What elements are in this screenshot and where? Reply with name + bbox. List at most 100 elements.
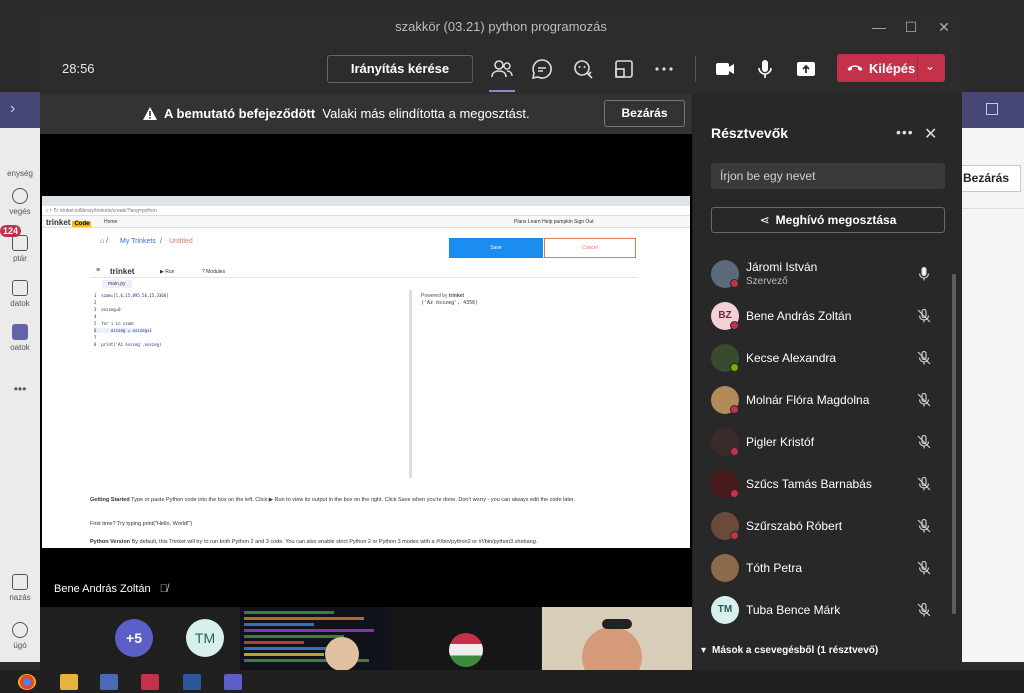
mic-off-icon[interactable] xyxy=(916,560,932,576)
participant-name: Járomi István xyxy=(746,260,818,274)
mic-off-icon[interactable] xyxy=(916,392,932,408)
participants-panel: Résztvevők ••• ✕ Írjon be egy nevet ⋖ Meg… xyxy=(693,94,962,670)
presence-status-icon xyxy=(730,321,739,330)
folder-icon[interactable] xyxy=(60,674,78,690)
word-icon[interactable] xyxy=(183,674,201,690)
mic-off-icon: 🎙̸ xyxy=(159,583,168,595)
participant-name: Molnár Flóra Magdolna xyxy=(746,393,870,407)
trinket-code-editor: 1 szam=[1,6,15,895,56,15,3366] 2 3 ossze… xyxy=(90,290,412,478)
mic-off-icon[interactable] xyxy=(916,602,932,618)
participant-row[interactable]: Szűrszabó Róbert xyxy=(711,506,951,546)
getting-started-text: Getting Started Type or paste Python cod… xyxy=(90,497,575,503)
browser-tabs xyxy=(42,196,690,206)
banner-close-button[interactable]: Bezárás xyxy=(604,100,685,127)
home-icon: ⌂ / xyxy=(100,238,109,245)
trinket-editor-toolbar: ≡ trinket ▶ Run ? Modules xyxy=(90,266,638,278)
windows-taskbar xyxy=(0,670,1024,693)
presence-status-icon xyxy=(730,363,739,372)
chevron-down-icon[interactable]: ⌄ xyxy=(925,59,935,73)
presence-status-icon xyxy=(730,531,739,540)
request-control-button[interactable]: Irányítás kérése xyxy=(327,55,473,83)
menu-icon: ≡ xyxy=(96,267,101,274)
presence-status-icon xyxy=(730,447,739,456)
background-nav-teams[interactable]: oatok xyxy=(0,324,40,384)
browser-address-bar: ‹ › ↻ trinket.io/library/trinkets/create… xyxy=(42,206,690,216)
participant-avatar: TM xyxy=(711,596,739,624)
participant-row[interactable]: Szűcs Tamás Barnabás xyxy=(711,464,951,504)
mic-icon[interactable] xyxy=(916,266,932,282)
maximize-icon[interactable]: ☐ xyxy=(901,17,921,37)
chat-icon[interactable] xyxy=(530,57,554,81)
more-icon: ••• xyxy=(13,382,27,396)
others-in-chat-section[interactable]: ▾ Mások a csevegésből (1 résztvevő) xyxy=(701,645,878,656)
more-icon[interactable] xyxy=(652,57,676,81)
share-invite-button[interactable]: ⋖ Meghívó megosztása xyxy=(711,207,945,233)
files-icon xyxy=(12,280,28,296)
teams-icon xyxy=(12,324,28,340)
people-icon[interactable] xyxy=(490,57,514,81)
leave-label: Kilépés xyxy=(869,61,916,76)
title-bar: szakkör (03.21) python programozás — ☐ ✕ xyxy=(40,10,962,44)
teams-icon[interactable] xyxy=(224,674,242,690)
chevron-down-icon: ▾ xyxy=(701,645,707,656)
more-participants-button[interactable]: +5 xyxy=(115,619,153,657)
participant-name: Szűrszabó Róbert xyxy=(746,519,843,533)
trinket-output-text: ('Az összeg', 4356) xyxy=(421,300,479,306)
participant-row[interactable]: Molnár Flóra Magdolna xyxy=(711,380,951,420)
mic-icon[interactable] xyxy=(753,57,777,81)
participant-search-input[interactable]: Írjon be egy nevet xyxy=(711,163,945,189)
minimize-icon[interactable]: — xyxy=(869,17,889,37)
trinket-home-link: Home xyxy=(104,219,118,225)
browser-url: trinket.io/library/trinkets/create?lang=… xyxy=(60,208,157,214)
leave-button[interactable]: Kilépés ⌄ xyxy=(837,54,945,82)
participant-name: Tóth Petra xyxy=(746,561,803,575)
close-icon[interactable]: ✕ xyxy=(934,17,954,37)
window-title: szakkör (03.21) python programozás xyxy=(395,19,607,34)
participants-scrollbar[interactable] xyxy=(952,274,956,614)
square-icon xyxy=(986,103,998,115)
close-icon[interactable]: ✕ xyxy=(924,124,937,144)
participant-video-crest[interactable] xyxy=(391,607,541,670)
person-avatar xyxy=(325,637,359,670)
participant-avatar[interactable]: TM xyxy=(186,619,224,657)
back-forward-icon: ‹ › ↻ xyxy=(46,208,59,214)
participants-title: Résztvevők xyxy=(711,125,789,141)
participant-role: Szervező xyxy=(746,276,788,287)
reactions-icon[interactable] xyxy=(571,57,595,81)
mic-off-icon[interactable] xyxy=(916,434,932,450)
pdf-icon[interactable] xyxy=(141,674,159,690)
meeting-window: szakkör (03.21) python programozás — ☐ ✕… xyxy=(40,10,962,670)
participant-video-camera[interactable] xyxy=(542,607,692,670)
participant-row[interactable]: Járomi István Szervező xyxy=(711,254,951,294)
participant-row[interactable]: Kecse Alexandra xyxy=(711,338,951,378)
meeting-toolbar: 28:56 Irányítás kérése Kilépés ⌄ xyxy=(40,44,962,94)
shared-browser-screenshot: ‹ › ↻ trinket.io/library/trinkets/create… xyxy=(42,196,690,548)
participant-row[interactable]: TM Tuba Bence Márk xyxy=(711,590,951,630)
trinket-file-tab: main.py xyxy=(102,280,132,288)
trinket-output-panel: Powered by trinket ('Az összeg', 4356) xyxy=(415,290,638,478)
participant-row[interactable]: BZ Bene András Zoltán xyxy=(711,296,951,336)
participant-name: Pigler Kristóf xyxy=(746,435,815,449)
camera-icon[interactable] xyxy=(713,57,737,81)
warning-icon xyxy=(143,107,157,120)
participant-row[interactable]: Pigler Kristóf xyxy=(711,422,951,462)
share-icon[interactable] xyxy=(794,57,818,81)
breakout-icon[interactable] xyxy=(612,57,636,81)
more-icon[interactable]: ••• xyxy=(896,124,914,140)
participant-video-code[interactable] xyxy=(240,607,391,670)
participant-name: Kecse Alexandra xyxy=(746,351,837,365)
chrome-icon[interactable] xyxy=(18,674,36,690)
mic-off-icon[interactable] xyxy=(916,308,932,324)
save-icon[interactable] xyxy=(100,674,118,690)
background-nav-more[interactable]: ••• xyxy=(0,382,40,442)
participant-row[interactable]: Tóth Petra xyxy=(711,548,951,588)
presence-status-icon xyxy=(730,279,739,288)
mic-off-icon[interactable] xyxy=(916,518,932,534)
python-version-text: Python Version By default, this Trinket … xyxy=(90,539,538,545)
presence-status-icon xyxy=(730,405,739,414)
video-strip: +5 TM xyxy=(40,607,692,670)
share-link-icon: ⋖ xyxy=(759,213,770,227)
mic-off-icon[interactable] xyxy=(916,350,932,366)
mic-off-icon[interactable] xyxy=(916,476,932,492)
trinket-cancel-button: Cancel xyxy=(544,238,636,258)
